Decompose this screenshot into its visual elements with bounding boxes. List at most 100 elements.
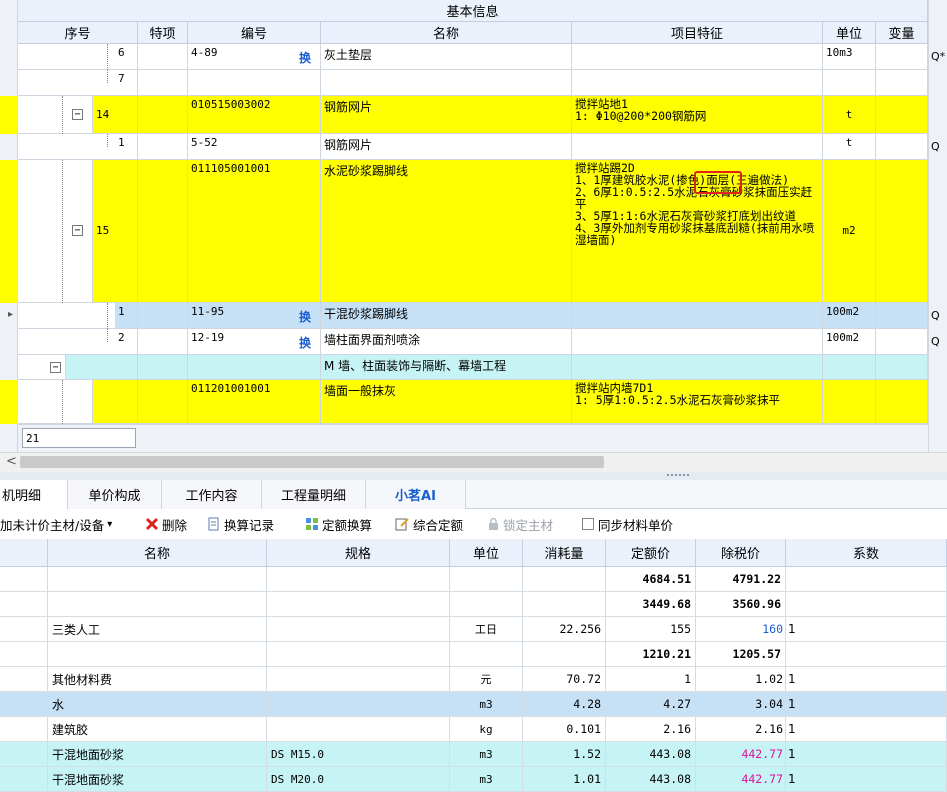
- tab-ai-assistant[interactable]: 小茗AI: [366, 480, 466, 509]
- material-quota-cell[interactable]: 3449.68: [606, 592, 696, 617]
- material-coef-cell[interactable]: [786, 642, 947, 667]
- tab-machine-detail[interactable]: 机明细: [0, 480, 68, 509]
- col-code[interactable]: 编号: [188, 22, 321, 44]
- material-coef-cell[interactable]: 1: [786, 717, 947, 742]
- table-row[interactable]: [18, 380, 93, 424]
- delete-button[interactable]: 删除: [145, 512, 187, 536]
- quota-replace-button[interactable]: 定额换算: [305, 512, 372, 536]
- name-cell[interactable]: 墙柱面界面剂喷涂: [321, 329, 572, 355]
- unit-cell[interactable]: t: [823, 96, 876, 134]
- col-spec[interactable]: 规格: [267, 539, 450, 567]
- unit-cell[interactable]: 100m2: [823, 303, 876, 329]
- add-main-material-button[interactable]: 加未计价主材/设备 ▾: [0, 512, 112, 536]
- col-unit[interactable]: 单位: [450, 539, 523, 567]
- material-tax-cell[interactable]: 442.77: [696, 767, 786, 792]
- material-unit-cell[interactable]: [450, 567, 523, 592]
- material-name-cell[interactable]: 水: [48, 692, 267, 717]
- lock-main-material-button[interactable]: 锁定主材: [487, 512, 553, 536]
- material-tax-cell[interactable]: 1205.57: [696, 642, 786, 667]
- material-quota-cell[interactable]: 155: [606, 617, 696, 642]
- material-spec-cell[interactable]: [267, 717, 450, 742]
- splitter-grip-icon[interactable]: [667, 474, 689, 477]
- material-qty-cell[interactable]: [523, 592, 606, 617]
- scroll-thumb[interactable]: [20, 456, 604, 468]
- material-unit-cell[interactable]: m3: [450, 742, 523, 767]
- material-spec-cell[interactable]: DS M20.0: [267, 767, 450, 792]
- material-unit-cell[interactable]: kg: [450, 717, 523, 742]
- unit-cell[interactable]: 100m2: [823, 329, 876, 355]
- material-coef-cell[interactable]: [786, 567, 947, 592]
- col-pretax-price[interactable]: 除税价: [696, 539, 786, 567]
- material-unit-cell[interactable]: 元: [450, 667, 523, 692]
- scroll-left-icon[interactable]: <: [6, 454, 17, 469]
- material-quota-cell[interactable]: 4684.51: [606, 567, 696, 592]
- code-cell[interactable]: 011105001001: [188, 160, 321, 303]
- col-variable[interactable]: 变量: [876, 22, 928, 44]
- col-unit[interactable]: 单位: [823, 22, 876, 44]
- material-qty-cell[interactable]: 22.256: [523, 617, 606, 642]
- feature-cell[interactable]: 搅拌站内墙7D1 1: 5厚1:0.5:2.5水泥石灰膏砂浆抹平: [572, 380, 823, 424]
- material-qty-cell[interactable]: 70.72: [523, 667, 606, 692]
- replace-icon[interactable]: 换: [299, 49, 311, 66]
- sync-price-checkbox[interactable]: 同步材料单价: [582, 512, 673, 536]
- material-tax-cell[interactable]: 3560.96: [696, 592, 786, 617]
- splitter[interactable]: [0, 472, 947, 480]
- comprehensive-quota-button[interactable]: 综合定额: [395, 512, 463, 536]
- collapse-icon[interactable]: −: [72, 109, 83, 120]
- material-spec-cell[interactable]: [267, 692, 450, 717]
- material-tax-cell[interactable]: 1.02: [696, 667, 786, 692]
- unit-cell[interactable]: 10m3: [823, 44, 876, 70]
- material-tax-cell[interactable]: 442.77: [696, 742, 786, 767]
- material-unit-cell[interactable]: m3: [450, 767, 523, 792]
- collapse-icon[interactable]: −: [50, 362, 61, 373]
- material-coef-cell[interactable]: [786, 592, 947, 617]
- col-consumption[interactable]: 消耗量: [523, 539, 606, 567]
- material-tax-cell[interactable]: 2.16: [696, 717, 786, 742]
- section-name-cell[interactable]: M 墙、柱面装饰与隔断、幕墙工程: [321, 355, 572, 380]
- material-unit-cell[interactable]: 工日: [450, 617, 523, 642]
- material-spec-cell[interactable]: [267, 567, 450, 592]
- material-coef-cell[interactable]: 1: [786, 767, 947, 792]
- material-unit-cell[interactable]: m3: [450, 692, 523, 717]
- name-cell[interactable]: 干混砂浆踢脚线: [321, 303, 572, 329]
- material-coef-cell[interactable]: 1: [786, 617, 947, 642]
- tab-quantity-detail[interactable]: 工程量明细: [262, 480, 366, 509]
- code-cell[interactable]: 5-52: [188, 134, 321, 160]
- material-spec-cell[interactable]: [267, 617, 450, 642]
- name-cell[interactable]: 水泥砂浆踢脚线: [321, 160, 572, 303]
- name-cell[interactable]: 钢筋网片: [321, 134, 572, 160]
- material-spec-cell[interactable]: DS M15.0: [267, 742, 450, 767]
- material-tax-cell[interactable]: 4791.22: [696, 567, 786, 592]
- col-quota-price[interactable]: 定额价: [606, 539, 696, 567]
- col-seq[interactable]: 序号: [18, 22, 138, 44]
- code-cell[interactable]: 010515003002: [188, 96, 321, 134]
- replace-icon[interactable]: 换: [299, 308, 311, 325]
- tab-unit-price[interactable]: 单价构成: [68, 480, 162, 509]
- material-quota-cell[interactable]: 2.16: [606, 717, 696, 742]
- name-cell[interactable]: 钢筋网片: [321, 96, 572, 134]
- material-spec-cell[interactable]: [267, 592, 450, 617]
- col-name[interactable]: 名称: [321, 22, 572, 44]
- row-number-input[interactable]: [22, 428, 136, 448]
- material-qty-cell[interactable]: 0.101: [523, 717, 606, 742]
- material-name-cell[interactable]: 干混地面砂浆: [48, 742, 267, 767]
- material-unit-cell[interactable]: [450, 642, 523, 667]
- unit-cell[interactable]: t: [823, 134, 876, 160]
- material-name-cell[interactable]: [48, 592, 267, 617]
- material-name-cell[interactable]: [48, 642, 267, 667]
- material-tax-cell[interactable]: 160: [696, 617, 786, 642]
- material-name-cell[interactable]: 三类人工: [48, 617, 267, 642]
- material-coef-cell[interactable]: 1: [786, 742, 947, 767]
- material-name-cell[interactable]: 建筑胶: [48, 717, 267, 742]
- material-spec-cell[interactable]: [267, 667, 450, 692]
- material-coef-cell[interactable]: 1: [786, 667, 947, 692]
- name-cell[interactable]: 墙面一般抹灰: [321, 380, 572, 424]
- material-unit-cell[interactable]: [450, 592, 523, 617]
- material-qty-cell[interactable]: 1.01: [523, 767, 606, 792]
- material-spec-cell[interactable]: [267, 642, 450, 667]
- name-cell[interactable]: 灰土垫层: [321, 44, 572, 70]
- material-quota-cell[interactable]: 4.27: [606, 692, 696, 717]
- material-qty-cell[interactable]: [523, 567, 606, 592]
- material-name-cell[interactable]: 干混地面砂浆: [48, 767, 267, 792]
- col-feature[interactable]: 项目特征: [572, 22, 823, 44]
